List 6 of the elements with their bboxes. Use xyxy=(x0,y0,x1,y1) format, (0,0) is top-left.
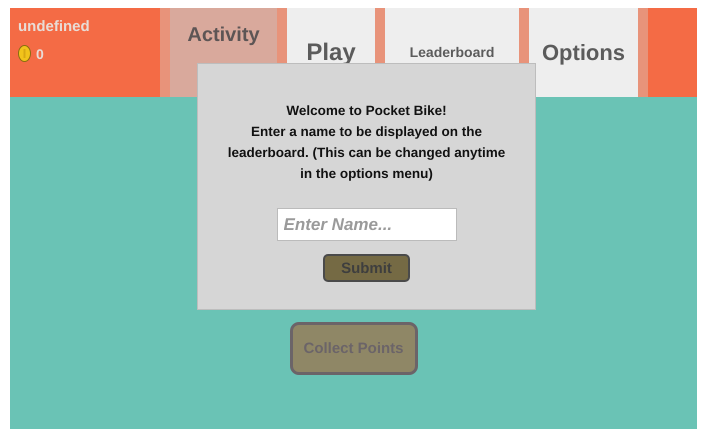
coin-count: 0 xyxy=(36,46,44,62)
player-name: undefined xyxy=(18,18,91,35)
welcome-message: Welcome to Pocket Bike! Enter a name to be displayed on the leaderboard. (This can be changed anytime in the options menu) xyxy=(226,102,506,183)
nav-tab[interactable]: Options xyxy=(529,8,638,97)
name-input[interactable]: Enter Name... xyxy=(276,208,456,241)
coin-icon xyxy=(18,45,31,62)
